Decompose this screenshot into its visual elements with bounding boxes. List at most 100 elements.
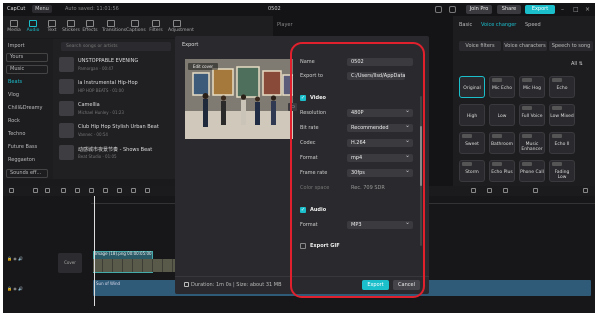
undo-icon[interactable] [33, 188, 38, 193]
tab-label: Audio [26, 28, 40, 33]
share-button[interactable]: Share [497, 5, 521, 14]
tab-label: Stickers [62, 28, 80, 33]
sidebar-item-vlog[interactable]: Vlog [8, 92, 19, 98]
filter-all-dropdown[interactable]: All ⇅ [571, 61, 583, 67]
voice-effect-label: Mic Echo [492, 86, 512, 91]
sidebar-item-techno[interactable]: Techno [8, 131, 25, 137]
song-thumbnail [59, 145, 74, 160]
project-name: 0502 [268, 6, 281, 12]
export-button[interactable]: Export [525, 5, 555, 14]
crop-icon[interactable] [131, 188, 136, 193]
voice-effect-card[interactable]: Music Enhancer [519, 132, 545, 154]
voice-effect-card[interactable]: Echo Plus [489, 160, 515, 182]
song-meta: Michael Hunley · 01:23 [78, 110, 124, 115]
close-icon[interactable]: × [585, 6, 590, 13]
voice-effect-label: Storm [465, 170, 479, 175]
song-title: la Instrumental Hip-Hop [78, 80, 138, 86]
voice-effect-card[interactable]: Original [459, 76, 485, 98]
voice-effect-label: Sweet [465, 142, 479, 147]
zoom-in-icon[interactable] [583, 188, 588, 193]
tab-text[interactable]: Text [43, 18, 61, 36]
voice-effect-label: Echo [556, 86, 568, 91]
sidebar-item-yours[interactable]: Yours [6, 53, 48, 62]
tab-transitions[interactable]: Transitions [102, 18, 126, 36]
pro-badge [522, 106, 532, 110]
app-logo: CapCut [7, 6, 26, 12]
tab-captions[interactable]: Captions [126, 18, 146, 36]
cover-preview[interactable] [185, 59, 293, 139]
sidebar-item-music[interactable]: Music [6, 65, 48, 74]
snap-icon[interactable] [503, 188, 508, 193]
voice-effect-card[interactable]: Storm [459, 160, 485, 182]
playhead[interactable] [94, 196, 95, 306]
voice-effect-card[interactable]: Fading Low [549, 160, 575, 182]
tab-audio[interactable]: Audio [24, 18, 42, 36]
list-item[interactable]: Club Hip Hop Stylish Urban Beat Vannec · … [59, 121, 171, 140]
tab-adjustment[interactable]: Adjustment [168, 18, 194, 36]
list-item[interactable]: la Instrumental Hip-Hop HIP HOP BEATS · 0… [59, 77, 171, 96]
cover-button[interactable]: Cover [58, 253, 82, 273]
list-item[interactable]: Camellia Michael Hunley · 01:23 [59, 99, 171, 118]
delete-icon[interactable] [103, 188, 108, 193]
link-icon[interactable] [487, 188, 492, 193]
mark-icon[interactable] [117, 188, 122, 193]
sidebar-item-rock[interactable]: Rock [8, 118, 20, 124]
tab-speech-to-song[interactable]: Speech to song [549, 41, 593, 51]
voice-effect-card[interactable]: Low Mixed [549, 104, 575, 126]
ai-icon[interactable] [145, 188, 150, 193]
tab-speed[interactable]: Speed [525, 22, 541, 28]
voice-effect-label: Echo II [554, 142, 570, 147]
tab-voice-filters[interactable]: Voice filters [459, 41, 501, 51]
list-item[interactable]: UNSTOPPABLE EVENING Pamorgan · 00:47 [59, 55, 171, 74]
tab-voice-changer[interactable]: Voice changer [481, 22, 516, 28]
tab-filters[interactable]: Filters [147, 18, 165, 36]
tab-media[interactable]: Media [5, 18, 23, 36]
voice-effect-card[interactable]: High [459, 104, 485, 126]
voice-effect-card[interactable]: Phone Call [519, 160, 545, 182]
pro-badge [552, 106, 562, 110]
mic-icon[interactable] [471, 188, 476, 193]
tab-stickers[interactable]: Stickers [62, 18, 80, 36]
sidebar-item-sound-effects[interactable]: Sounds eff... [6, 169, 48, 178]
keyboard-icon[interactable] [449, 6, 456, 13]
split-right-icon[interactable] [89, 188, 94, 193]
sidebar-item-future-bass[interactable]: Future Bass [8, 144, 37, 150]
tab-label: Adjustment [168, 28, 194, 33]
minimize-icon[interactable]: – [561, 6, 564, 13]
maximize-icon[interactable]: □ [573, 6, 579, 13]
song-title: Camellia [78, 102, 100, 108]
sidebar-item-reggaeton[interactable]: Reggaeton [8, 157, 35, 163]
voice-effect-card[interactable]: Mic Hog [519, 76, 545, 98]
song-thumbnail [59, 123, 74, 138]
join-pro-button[interactable]: Join Pro [466, 5, 492, 14]
edit-cover-button[interactable]: Edit cover [188, 63, 218, 70]
voice-effect-card[interactable]: Mic Echo [489, 76, 515, 98]
tab-effects[interactable]: Effects [81, 18, 99, 36]
sidebar-item-beats[interactable]: Beats [8, 79, 22, 85]
search-input[interactable]: Search songs or artists [61, 42, 171, 51]
list-item[interactable]: 动感城市夜景节奏 - Shows Beat Beat Studio · 01:05 [59, 143, 171, 162]
tab-basic[interactable]: Basic [459, 22, 472, 28]
split-left-icon[interactable] [75, 188, 80, 193]
zoom-out-icon[interactable] [533, 188, 538, 193]
tab-voice-characters[interactable]: Voice characters [503, 41, 547, 51]
track-lock-icon[interactable]: 🔒 ◉ 🔊 [7, 256, 23, 261]
voice-effect-card[interactable]: Echo II [549, 132, 575, 154]
voice-effect-card[interactable]: Echo [549, 76, 575, 98]
menu-button[interactable]: Menu [32, 5, 52, 13]
layout-icon[interactable] [435, 6, 442, 13]
voice-effect-card[interactable]: Full Voice [519, 104, 545, 126]
pro-badge [552, 78, 562, 82]
voice-effect-card[interactable]: Low [489, 104, 515, 126]
voice-effect-label: Low [497, 114, 507, 119]
sidebar-item-import[interactable]: Import [8, 43, 25, 49]
redo-icon[interactable] [45, 188, 50, 193]
split-icon[interactable] [61, 188, 66, 193]
voice-effect-card[interactable]: Sweet [459, 132, 485, 154]
voice-effect-card[interactable]: Bathroom [489, 132, 515, 154]
audio-track-controls[interactable]: 🔒 ◉ 🔊 [7, 286, 23, 291]
voice-effect-label: Low Mixed [550, 114, 574, 119]
highlight-annotation [290, 42, 425, 298]
sidebar-item-chill[interactable]: Chill&Dreamy [8, 105, 43, 111]
select-icon[interactable] [9, 188, 14, 193]
